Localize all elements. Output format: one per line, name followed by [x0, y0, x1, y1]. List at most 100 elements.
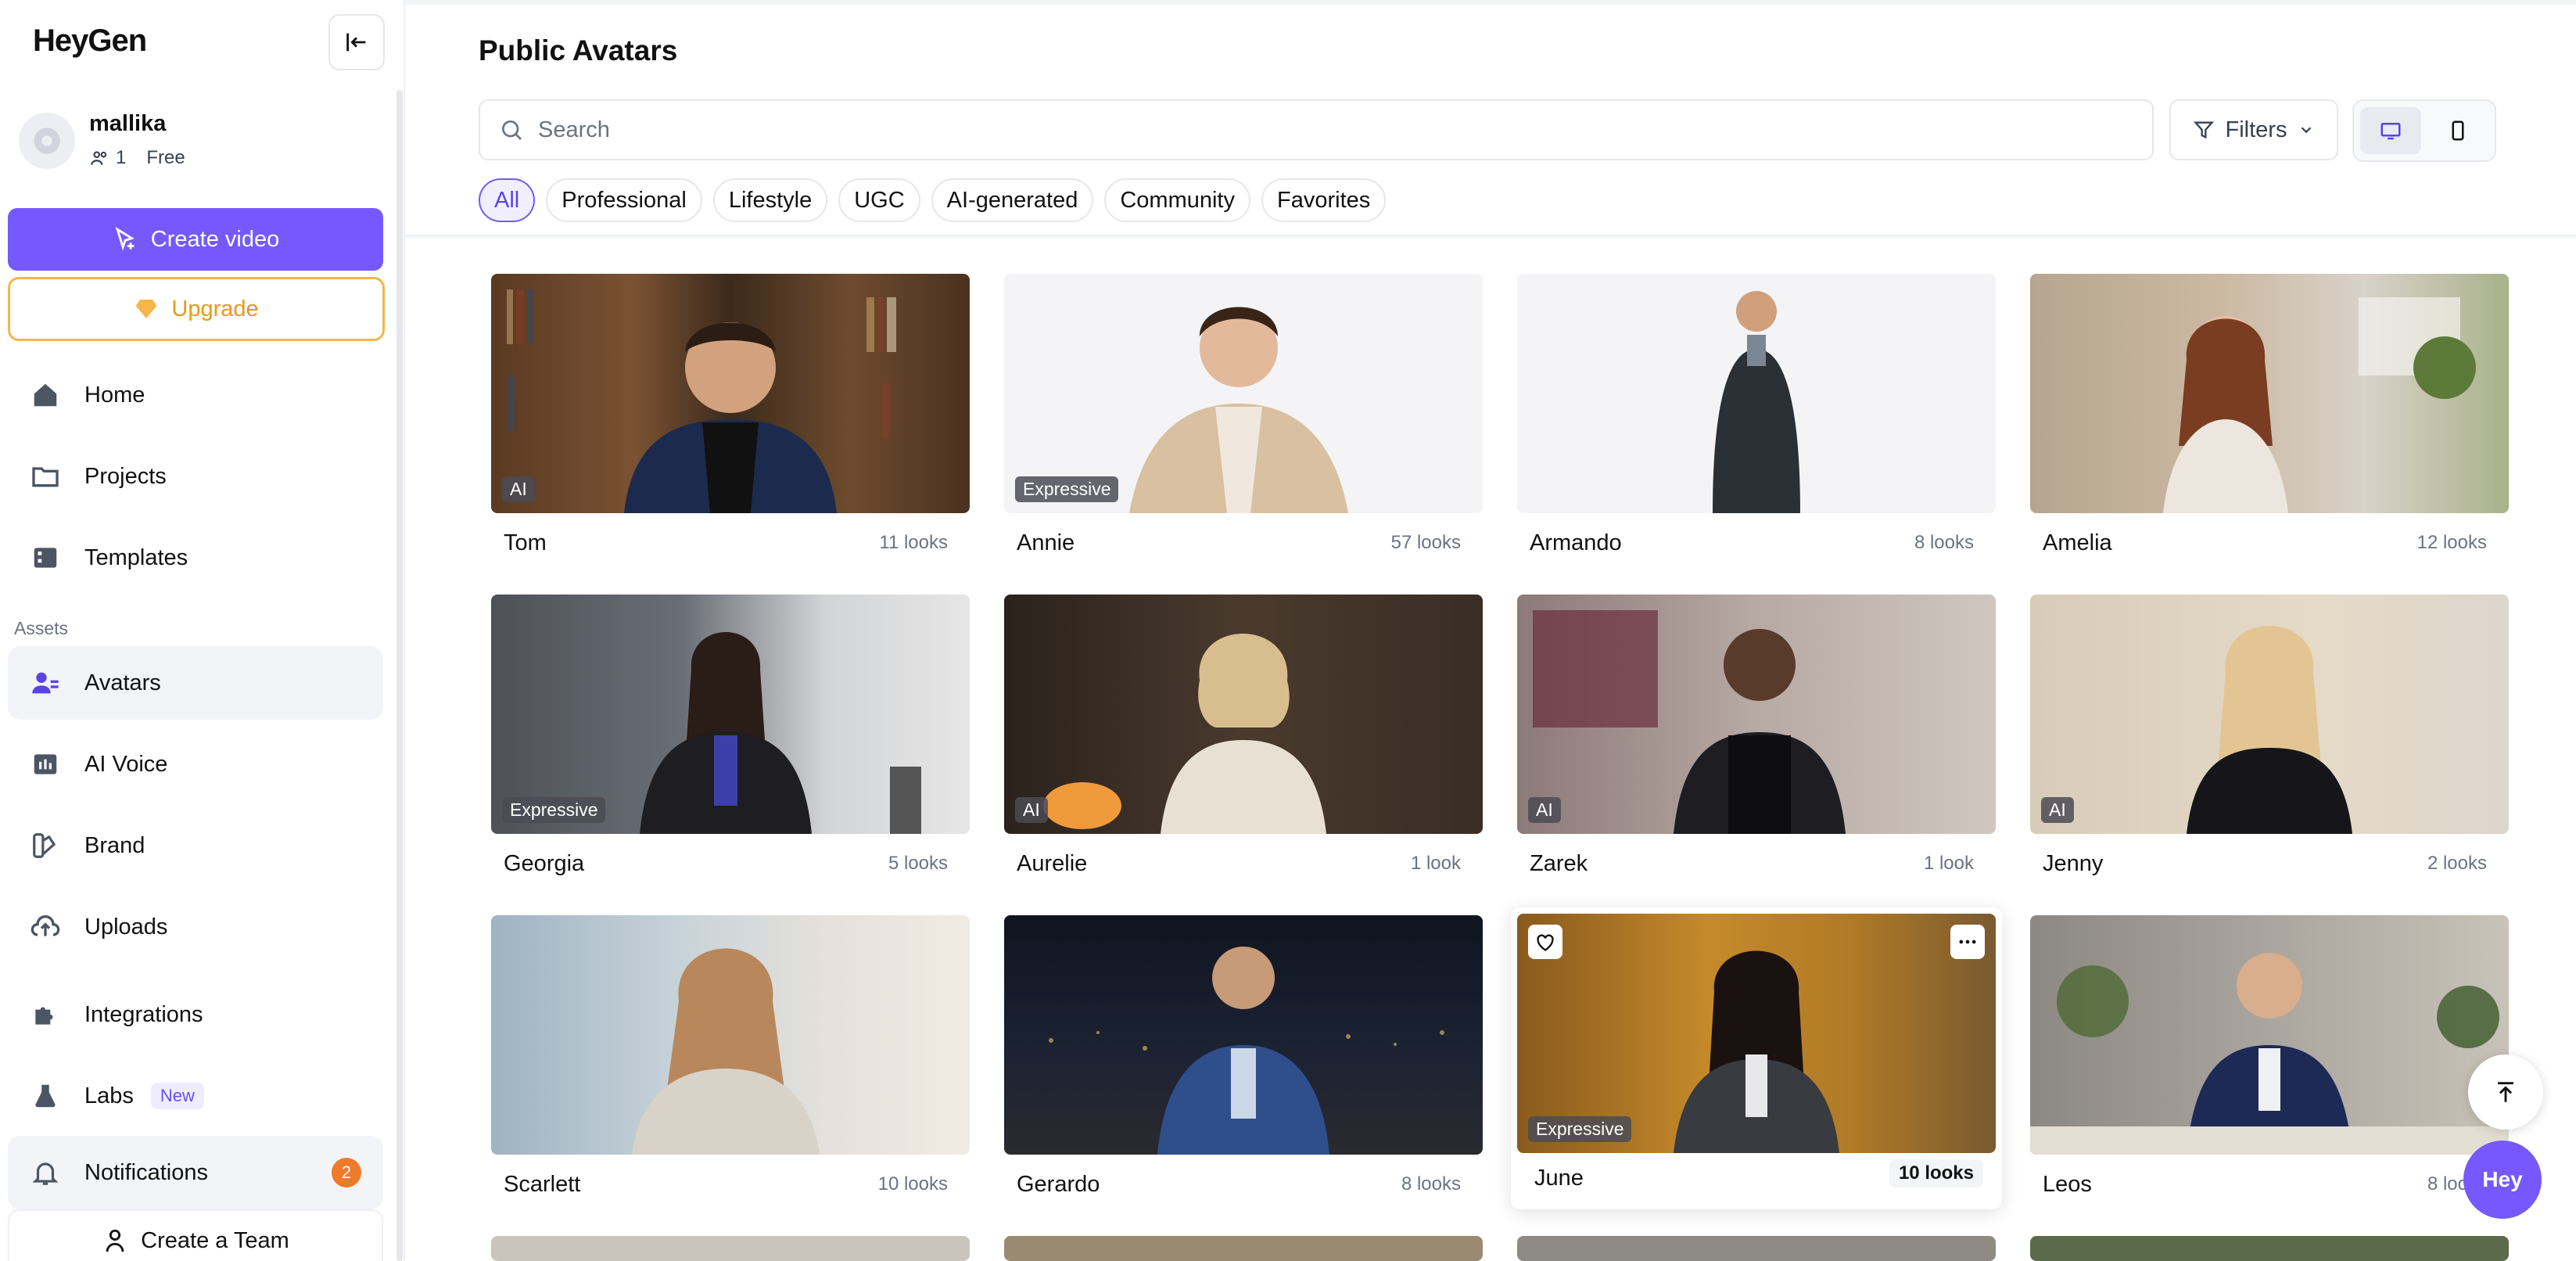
- avatar-thumbnail: AI: [491, 274, 970, 513]
- nav-integrations-label: Integrations: [84, 1001, 203, 1027]
- avatar-card[interactable]: AI Zarek 1 look: [1517, 595, 1996, 884]
- create-video-button[interactable]: Create video: [8, 208, 383, 271]
- top-divider: [405, 0, 2576, 5]
- bell-icon: [28, 1155, 63, 1190]
- nav-ai-voice[interactable]: AI Voice: [8, 728, 383, 801]
- avatar-tag: AI: [1528, 797, 1561, 823]
- members-icon: [91, 151, 107, 165]
- avatar-name: Leos: [2043, 1172, 2092, 1197]
- nav-uploads[interactable]: Uploads: [8, 890, 383, 964]
- nav-notifications-label: Notifications: [84, 1159, 208, 1185]
- avatar-name: Annie: [1017, 530, 1075, 555]
- avatar-card[interactable]: Amelia 12 looks: [2030, 274, 2509, 563]
- avatar-looks-count: 8 looks: [1914, 532, 1974, 553]
- avatar-name: June: [1534, 1166, 1584, 1191]
- search-bar[interactable]: [479, 99, 2154, 160]
- avatar-tag: Expressive: [1015, 476, 1119, 502]
- avatar-thumbnail-partial[interactable]: [491, 1236, 970, 1261]
- main-content: Public Avatars Filters All Professional …: [405, 0, 2576, 1261]
- avatar-card[interactable]: Gerardo 8 looks: [1004, 915, 1483, 1205]
- filters-button[interactable]: Filters: [2169, 99, 2338, 160]
- chip-ai-generated[interactable]: AI-generated: [931, 178, 1094, 222]
- nav-home[interactable]: Home: [8, 358, 383, 432]
- notification-count-badge: 2: [332, 1158, 361, 1187]
- scroll-to-top-button[interactable]: [2468, 1054, 2543, 1130]
- avatar-thumbnail: [491, 915, 970, 1155]
- avatar-tag: AI: [2041, 797, 2074, 823]
- sidebar-scrollbar[interactable]: [396, 90, 403, 1261]
- create-team-label: Create a Team: [141, 1227, 289, 1253]
- avatar-name: Georgia: [504, 851, 585, 876]
- avatar-looks-count: 11 looks: [879, 532, 948, 553]
- avatar-tag: AI: [502, 476, 535, 502]
- voice-icon: [28, 747, 63, 781]
- avatar-looks-count: 5 looks: [888, 853, 948, 874]
- logo[interactable]: HeyGen: [33, 23, 147, 59]
- view-toggle: [2352, 99, 2496, 162]
- avatar-card[interactable]: Leos 8 looks: [2030, 915, 2509, 1205]
- avatar-looks-count: 12 looks: [2416, 532, 2487, 553]
- cursor-plus-icon: [115, 227, 135, 251]
- chip-lifestyle[interactable]: Lifestyle: [712, 178, 828, 222]
- more-options-button[interactable]: [1950, 925, 1985, 959]
- avatar-looks-count: 10 looks: [877, 1173, 948, 1195]
- chip-professional[interactable]: Professional: [546, 178, 702, 222]
- chip-ugc[interactable]: UGC: [838, 178, 920, 222]
- nav-ai-voice-label: AI Voice: [84, 751, 168, 777]
- avatar-name: Tom: [504, 530, 547, 555]
- avatar-name: Aurelie: [1017, 851, 1088, 876]
- nav-brand[interactable]: Brand: [8, 809, 383, 882]
- portrait-view-button[interactable]: [2427, 107, 2488, 154]
- nav-avatars-label: Avatars: [84, 670, 161, 695]
- avatar-card[interactable]: Expressive Annie 57 looks: [1004, 274, 1483, 563]
- avatar-name: Jenny: [2043, 851, 2104, 876]
- member-count: 1: [116, 147, 127, 168]
- ellipsis-icon: [1959, 939, 1976, 944]
- avatar-placeholder-icon: [34, 128, 60, 154]
- avatar-thumbnail-partial[interactable]: [2030, 1236, 2509, 1261]
- avatar-card[interactable]: Scarlett 10 looks: [491, 915, 970, 1205]
- favorite-button[interactable]: [1528, 925, 1562, 959]
- person-icon: [106, 1229, 124, 1252]
- avatar-thumbnail-partial[interactable]: [1004, 1236, 1483, 1261]
- avatar-icon: [28, 666, 63, 700]
- nav-uploads-label: Uploads: [84, 914, 168, 939]
- avatar-thumbnail-partial[interactable]: [1517, 1236, 1996, 1261]
- create-team-button[interactable]: Create a Team: [8, 1209, 383, 1261]
- nav-integrations[interactable]: Integrations: [8, 978, 383, 1051]
- filter-icon: [2193, 121, 2214, 139]
- avatar-card[interactable]: AI Jenny 2 looks: [2030, 595, 2509, 884]
- chat-assistant-button[interactable]: Hey: [2463, 1141, 2542, 1219]
- avatar-thumbnail: [2030, 915, 2509, 1155]
- mobile-icon: [2452, 120, 2464, 141]
- collapse-sidebar-button[interactable]: [328, 14, 385, 70]
- nav-notifications[interactable]: Notifications 2: [8, 1136, 383, 1209]
- brand-icon: [28, 828, 63, 863]
- avatar-thumbnail: AI: [2030, 595, 2509, 834]
- avatar-card[interactable]: Armando 8 looks: [1517, 274, 1996, 563]
- search-input[interactable]: [538, 117, 2102, 143]
- puzzle-icon: [28, 997, 63, 1032]
- avatar-thumbnail: Expressive: [1004, 274, 1483, 513]
- avatar-tag: Expressive: [1528, 1116, 1632, 1142]
- avatar-card-hovered[interactable]: Expressive June 10 looks: [1511, 907, 2002, 1209]
- user-profile[interactable]: mallika 1 Free: [19, 110, 379, 172]
- avatar-looks-count: 8 looks: [1401, 1173, 1461, 1195]
- user-name: mallika: [89, 111, 167, 136]
- nav-projects[interactable]: Projects: [8, 440, 383, 513]
- avatar-card[interactable]: Expressive Georgia 5 looks: [491, 595, 970, 884]
- chip-all[interactable]: All: [479, 178, 536, 222]
- nav-avatars[interactable]: Avatars: [8, 646, 383, 720]
- avatar-card[interactable]: AI Aurelie 1 look: [1004, 595, 1483, 884]
- filters-label: Filters: [2225, 117, 2287, 142]
- chip-favorites[interactable]: Favorites: [1261, 178, 1387, 222]
- nav-labs[interactable]: Labs New: [8, 1059, 383, 1133]
- plan-label: Free: [146, 147, 185, 168]
- avatar-card[interactable]: AI Tom 11 looks: [491, 274, 970, 563]
- upgrade-button[interactable]: Upgrade: [8, 277, 385, 341]
- landscape-view-button[interactable]: [2360, 107, 2421, 154]
- avatar-thumbnail: Expressive: [1517, 914, 1996, 1153]
- chip-community[interactable]: Community: [1104, 178, 1250, 222]
- avatar-tag: AI: [1015, 797, 1048, 823]
- nav-templates[interactable]: Templates: [8, 521, 383, 595]
